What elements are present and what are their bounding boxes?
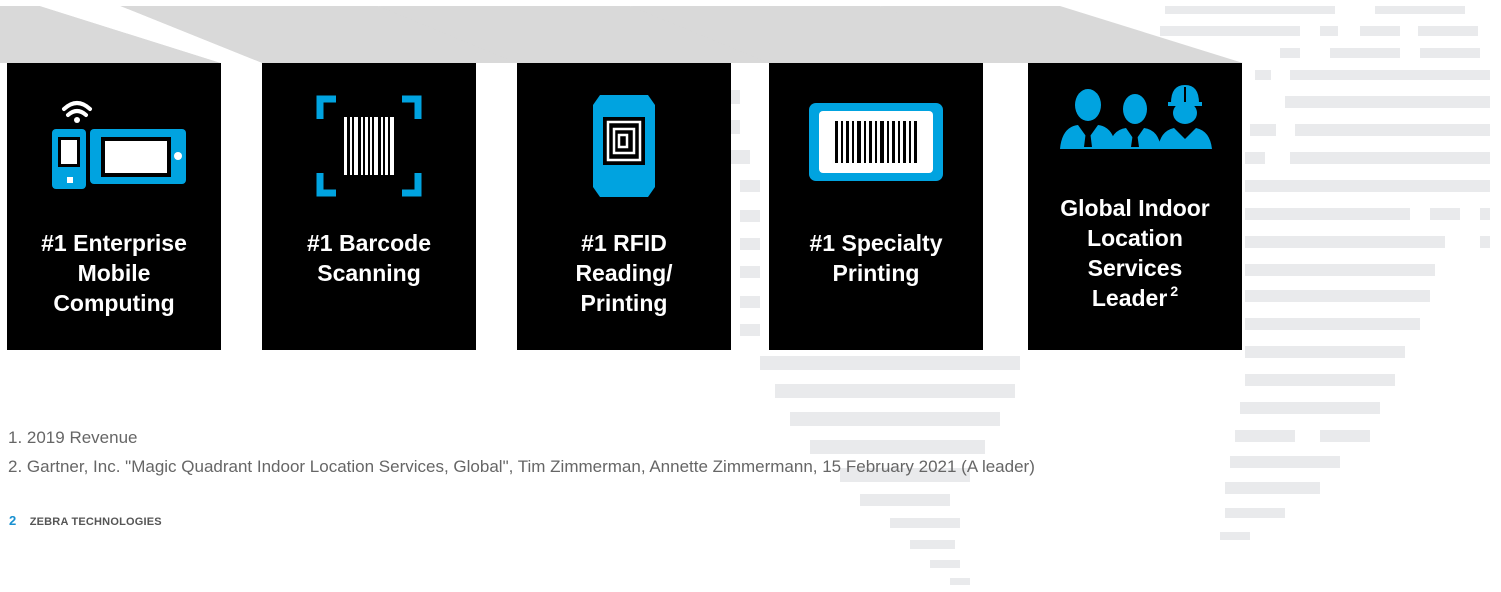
footnotes: 1. 2019 Revenue 2. Gartner, Inc. "Magic … (8, 423, 1035, 481)
card-label: #1 Specialty Printing (809, 230, 943, 286)
page-number: 2 (9, 513, 17, 528)
card-indoor-location-services: Global Indoor Location Services Leader 2 (1028, 63, 1242, 350)
footnote-marker: 2 (1170, 283, 1179, 299)
card-enterprise-mobile-computing: #1 Enterprise Mobile Computing (7, 63, 221, 350)
card-barcode-scanning: #1 Barcode Scanning (262, 63, 476, 350)
barcode-label-icon (809, 103, 943, 181)
card-rfid-reading-printing: #1 RFID Reading/ Printing (517, 63, 731, 350)
workers-icon (1060, 85, 1212, 149)
rfid-tag-icon (593, 95, 655, 197)
card-label: Global Indoor Location Services Leader 2 (1060, 195, 1210, 311)
card-label: #1 Enterprise Mobile Computing (41, 230, 187, 316)
brand-name: ZEBRA TECHNOLOGIES (29, 516, 162, 528)
card-specialty-printing: #1 Specialty Printing (769, 63, 983, 350)
card-label: #1 RFID Reading/ Printing (575, 230, 673, 316)
ribbon-arrows (0, 6, 1243, 63)
footnote-2: 2. Gartner, Inc. "Magic Quadrant Indoor … (8, 457, 1035, 476)
footnote-1: 1. 2019 Revenue (8, 428, 138, 447)
mobile-computers-icon (52, 101, 186, 189)
barcode-scan-icon (316, 95, 422, 197)
page-footer: 2 ZEBRA TECHNOLOGIES (9, 513, 162, 528)
card-label: #1 Barcode Scanning (306, 230, 431, 286)
globe-stripes-background (590, 6, 1490, 585)
